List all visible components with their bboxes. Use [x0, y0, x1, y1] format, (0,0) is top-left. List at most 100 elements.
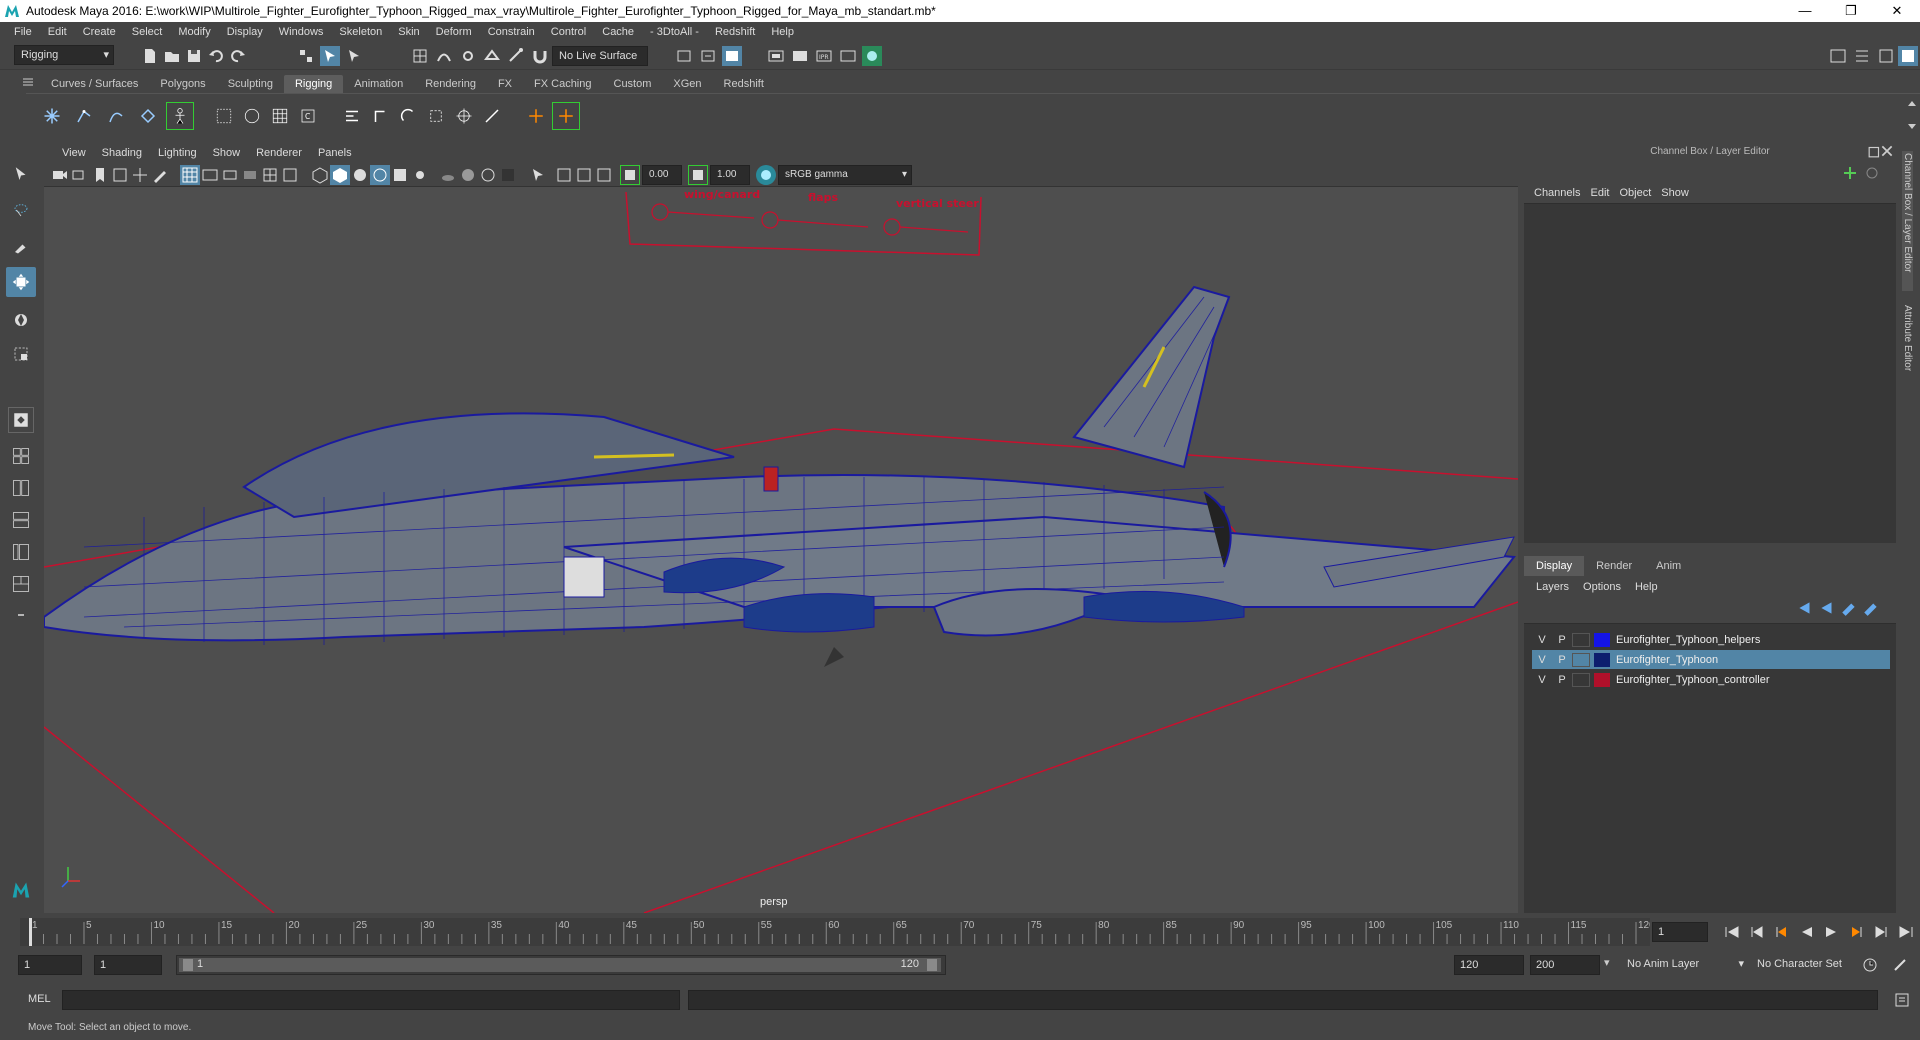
layer-type-box[interactable]	[1572, 652, 1590, 667]
snap-point-icon[interactable]	[458, 46, 478, 66]
shelf-tab-redshift[interactable]: Redshift	[713, 75, 775, 93]
menu-constrain[interactable]: Constrain	[480, 26, 543, 38]
hypershade-icon[interactable]	[862, 46, 882, 66]
shelf-tab-xgen[interactable]: XGen	[662, 75, 712, 93]
layer-playback-toggle[interactable]: P	[1552, 674, 1572, 686]
shelf-tab-curves-surfaces[interactable]: Curves / Surfaces	[40, 75, 149, 93]
exposure-icon[interactable]	[620, 165, 640, 185]
xray-components-icon[interactable]	[594, 165, 614, 185]
render-icon[interactable]	[790, 46, 810, 66]
menu-control[interactable]: Control	[543, 26, 594, 38]
chevron-down-icon[interactable]: ▾	[1604, 956, 1610, 969]
snap-view-plane-icon[interactable]	[482, 46, 502, 66]
close-panel-icon[interactable]	[1880, 144, 1894, 158]
wireframe-icon[interactable]	[310, 165, 330, 185]
shelf-tab-fx[interactable]: FX	[487, 75, 523, 93]
shelf-tab-rigging[interactable]: Rigging	[283, 75, 344, 93]
image-plane-icon[interactable]	[110, 165, 130, 185]
grease-pencil-icon[interactable]	[150, 165, 170, 185]
snap-grid-icon[interactable]	[410, 46, 430, 66]
vp-menu-view[interactable]: View	[54, 147, 94, 159]
layer-type-box[interactable]	[1572, 632, 1590, 647]
save-scene-icon[interactable]	[184, 46, 204, 66]
script-editor-icon[interactable]	[1892, 990, 1912, 1010]
play-backwards-icon[interactable]	[1799, 925, 1815, 939]
ambient-occlusion-icon[interactable]	[458, 165, 478, 185]
go-to-start-icon[interactable]	[1724, 925, 1740, 939]
isolate-select-icon[interactable]	[528, 165, 548, 185]
layer-row[interactable]: V P Eurofighter_Typhoon_controller	[1532, 670, 1890, 689]
lasso-tool-icon[interactable]	[8, 197, 34, 223]
textures-icon[interactable]	[390, 165, 410, 185]
input-ops-icon[interactable]	[674, 46, 694, 66]
range-slider-start-grip[interactable]	[183, 959, 193, 971]
toggle-tool-settings-icon[interactable]	[1876, 46, 1896, 66]
vp-menu-show[interactable]: Show	[205, 147, 249, 159]
pole-vector-icon[interactable]	[478, 102, 506, 130]
persp-graph-layout-icon[interactable]	[8, 539, 34, 565]
perspective-viewport[interactable]: wing/canard flaps vertical steer persp	[44, 187, 1518, 913]
range-slider-handle[interactable]: 1 120	[179, 958, 941, 972]
select-by-component-icon[interactable]	[344, 46, 364, 66]
anti-aliasing-icon[interactable]	[498, 165, 518, 185]
vp-menu-renderer[interactable]: Renderer	[248, 147, 310, 159]
camera-attributes-icon[interactable]	[50, 165, 70, 185]
speed-icon[interactable]	[1864, 165, 1880, 181]
shelf-tab-sculpting[interactable]: Sculpting	[217, 75, 284, 93]
rotate-tool-icon[interactable]	[8, 307, 34, 333]
live-surface-field[interactable]: No Live Surface	[552, 46, 648, 66]
lattice-icon[interactable]	[266, 102, 294, 130]
layer-color-swatch[interactable]	[1594, 632, 1610, 647]
manipulator-icon[interactable]	[1842, 165, 1858, 181]
tab-render[interactable]: Render	[1584, 556, 1644, 576]
playback-end-field[interactable]: 120	[1454, 955, 1524, 975]
shelf-tab-rendering[interactable]: Rendering	[414, 75, 487, 93]
shelf-tab-fx-caching[interactable]: FX Caching	[523, 75, 602, 93]
toggle-attribute-editor-icon[interactable]	[1852, 46, 1872, 66]
hypershade-layout-icon[interactable]	[8, 571, 34, 597]
layer-playback-toggle[interactable]: P	[1552, 654, 1572, 666]
quick-rig-icon[interactable]	[166, 102, 194, 130]
menuset-dropdown[interactable]: Rigging ▾	[14, 45, 114, 65]
render-frame-icon[interactable]	[722, 46, 742, 66]
gamma-field[interactable]: 1.00	[710, 165, 750, 185]
menu-cb-edit[interactable]: Edit	[1590, 187, 1619, 199]
character-set-dropdown[interactable]: No Character Set	[1752, 955, 1872, 975]
open-scene-icon[interactable]	[162, 46, 182, 66]
construction-history-icon[interactable]	[698, 46, 718, 66]
field-chart-icon[interactable]	[260, 165, 280, 185]
scale-tool-icon[interactable]	[8, 341, 34, 367]
step-forward-key-icon[interactable]	[1873, 925, 1889, 939]
menu-cache[interactable]: Cache	[594, 26, 642, 38]
restore-button[interactable]: ❐	[1828, 0, 1874, 22]
point-constraint-icon[interactable]	[366, 102, 394, 130]
menu-deform[interactable]: Deform	[428, 26, 480, 38]
safe-action-icon[interactable]	[280, 165, 300, 185]
paint-select-icon[interactable]	[8, 233, 34, 259]
layer-type-box[interactable]	[1572, 672, 1590, 687]
menu-skin[interactable]: Skin	[390, 26, 427, 38]
redo-icon[interactable]	[228, 46, 248, 66]
time-slider[interactable]: 1 5 10 15 20 25 30 35 40 45 50 55 60 65 70 75 80 85 90 95 10…	[20, 918, 1655, 946]
menu-skeleton[interactable]: Skeleton	[331, 26, 390, 38]
command-input[interactable]	[62, 990, 680, 1010]
menu-layers[interactable]: Layers	[1536, 581, 1583, 593]
xray-joints-icon[interactable]	[574, 165, 594, 185]
exposure-field[interactable]: 0.00	[642, 165, 682, 185]
two-d-pan-zoom-icon[interactable]	[130, 165, 150, 185]
xray-icon[interactable]	[554, 165, 574, 185]
layer-row[interactable]: V P Eurofighter_Typhoon	[1532, 650, 1890, 669]
default-material-icon[interactable]	[350, 165, 370, 185]
shelf-scroll-down-icon[interactable]	[1906, 120, 1918, 132]
parent-constraint-icon[interactable]	[338, 102, 366, 130]
undo-icon[interactable]	[206, 46, 226, 66]
layer-playback-toggle[interactable]: P	[1552, 634, 1572, 646]
ik-spline-icon[interactable]	[102, 102, 130, 130]
shelf-menu-icon[interactable]	[22, 76, 34, 88]
grid-toggle-icon[interactable]	[180, 165, 200, 185]
menu-create[interactable]: Create	[75, 26, 124, 38]
tab-channel-box-layer-editor[interactable]: Channel Box / Layer Editor	[1902, 151, 1913, 291]
view-transform-dropdown[interactable]: sRGB gamma ▾	[778, 165, 912, 185]
aim-constraint-icon[interactable]	[450, 102, 478, 130]
new-layer-icon[interactable]	[1840, 599, 1858, 617]
